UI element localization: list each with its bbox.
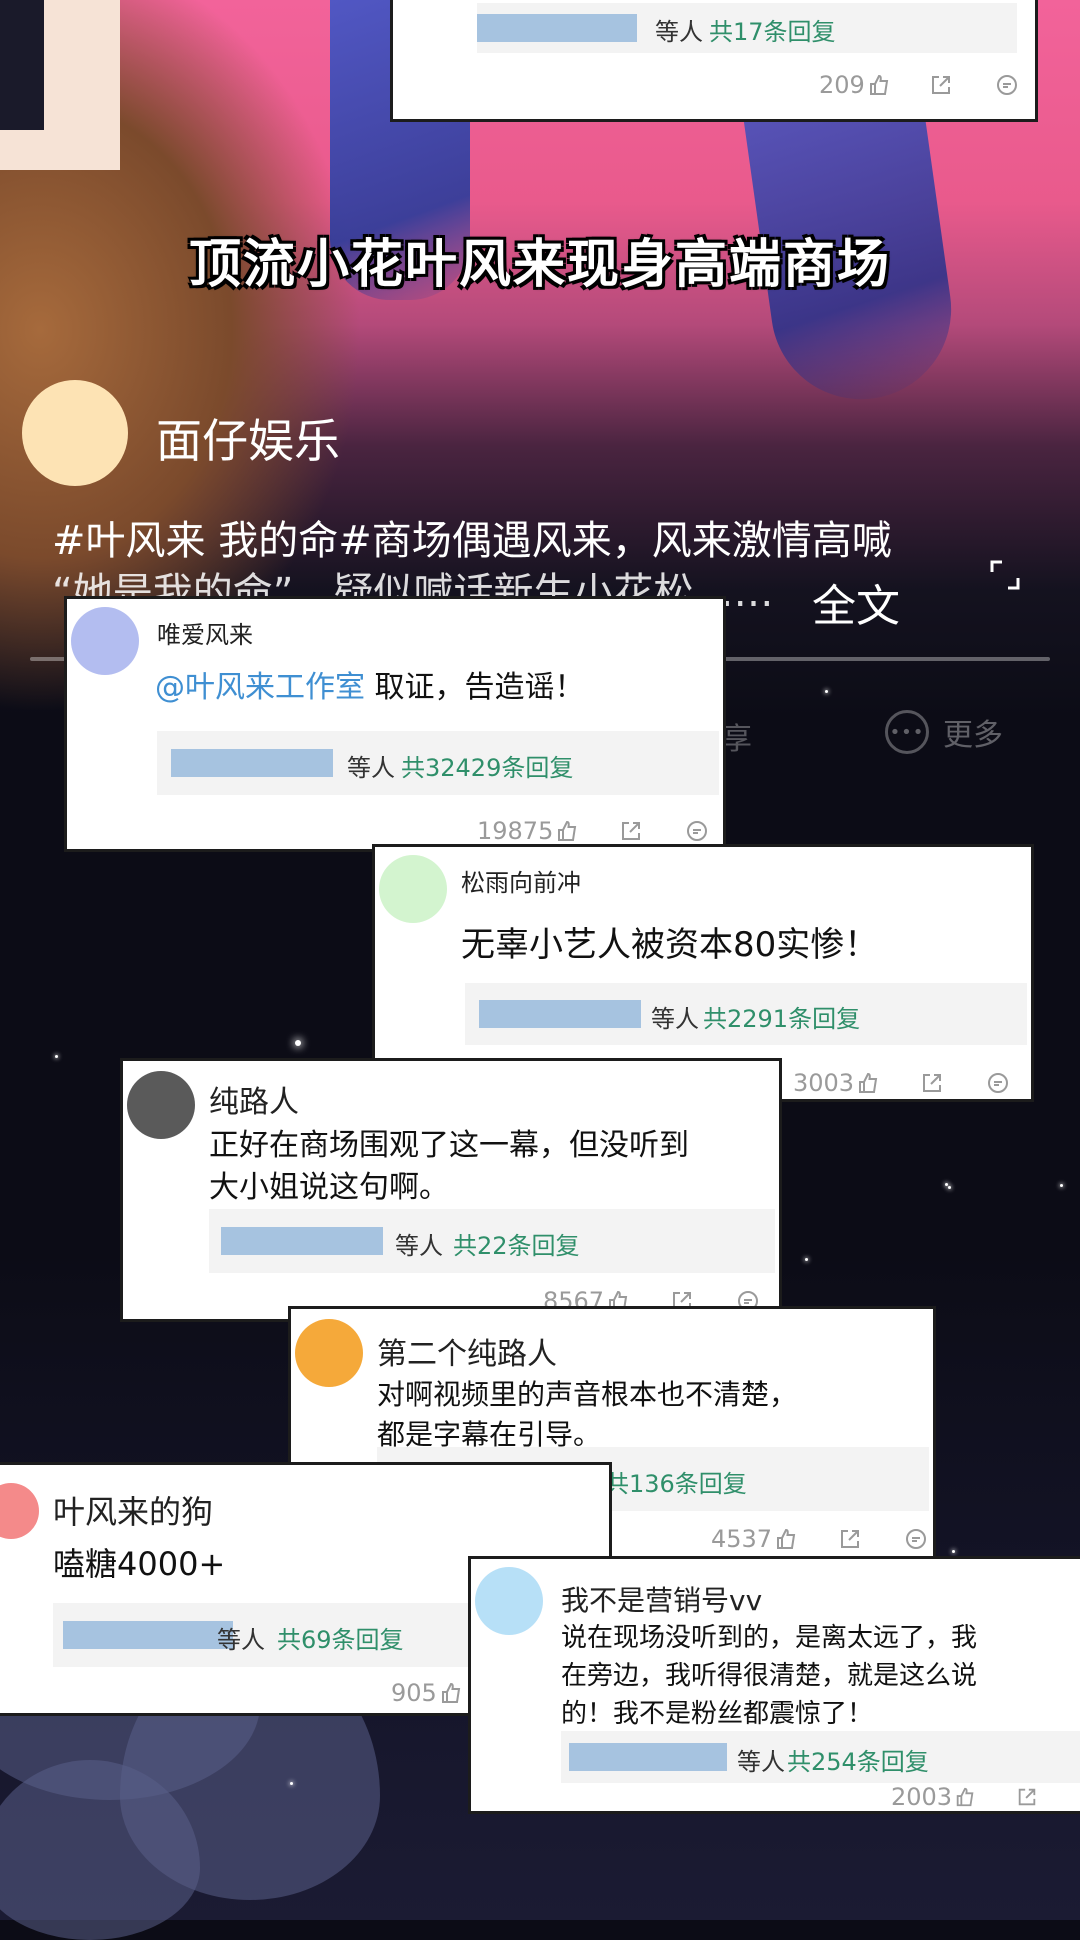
reply-count: 共22条回复 — [453, 1232, 580, 1260]
reply-who: 等人 — [655, 18, 703, 46]
share-icon[interactable] — [1016, 1786, 1038, 1808]
comment-card: 我不是营销号vv 说在现场没听到的，是离太远了，我 在旁边，我听得很清楚，就是这… — [468, 1556, 1080, 1814]
reply-count: 共254条回复 — [787, 1748, 929, 1776]
sparkle — [825, 690, 828, 693]
comment-actions: 19875 — [477, 817, 709, 845]
blurred-usernames — [569, 1743, 727, 1771]
background-hair-patch — [0, 0, 44, 130]
comment-card: 等人 共17条回复 209 — [390, 0, 1038, 122]
reply-summary[interactable]: 等人 共2291条回复 — [465, 983, 1027, 1045]
author-avatar[interactable] — [22, 380, 128, 486]
comment-icon[interactable] — [685, 819, 709, 843]
reply-who: 等人 — [737, 1748, 785, 1776]
comment-username[interactable]: 第二个纯路人 — [377, 1329, 557, 1373]
comment-actions: 905 — [391, 1679, 463, 1707]
full-text-link[interactable]: 全文 — [812, 570, 900, 634]
author-name[interactable]: 面仔娱乐 — [156, 405, 340, 471]
comment-icon[interactable] — [995, 73, 1019, 97]
thumbs-up-icon — [441, 1682, 460, 1703]
thumbs-up-icon — [869, 74, 888, 95]
reply-summary[interactable]: 等人 共22条回复 — [209, 1209, 775, 1273]
blurred-usernames — [477, 14, 637, 42]
blurred-usernames — [63, 1621, 233, 1649]
sparkle — [948, 1186, 951, 1189]
share-label[interactable]: 享 — [722, 714, 752, 758]
like-button[interactable]: 3003 — [793, 1069, 880, 1097]
sparkle — [55, 1055, 58, 1058]
video-headline: 顶流小花叶风来现身高端商场 — [188, 235, 891, 295]
comment-actions: 2003 — [891, 1783, 1038, 1811]
comment-username[interactable]: 我不是营销号vv — [561, 1579, 762, 1619]
like-button[interactable]: 209 — [819, 71, 891, 99]
share-icon[interactable] — [619, 819, 643, 843]
reply-who: 等人 — [395, 1232, 443, 1260]
reply-count: 共136条回复 — [605, 1470, 747, 1498]
comment-username[interactable]: 叶风来的狗 — [53, 1487, 213, 1533]
comment-card: 纯路人 正好在商场围观了这一幕，但没听到 大小姐说这句啊。 等人 共22条回复 … — [120, 1058, 782, 1322]
reply-who: 等人 — [651, 1005, 699, 1033]
expand-icon[interactable] — [988, 558, 1022, 592]
more-label: 更多 — [943, 718, 1003, 753]
more-dots-icon: ••• — [885, 710, 929, 754]
comment-text: 说在现场没听到的，是离太远了，我 在旁边，我听得很清楚，就是这么说 的！我不是粉… — [561, 1623, 978, 1729]
blurred-usernames — [221, 1227, 383, 1255]
reply-summary[interactable]: 等人 共32429条回复 — [157, 731, 719, 795]
thumbs-up-icon — [859, 1072, 878, 1093]
like-button[interactable]: 2003 — [891, 1783, 976, 1811]
comment-text: 嗑糖4000+ — [53, 1545, 226, 1583]
reply-who: 等人 — [217, 1626, 265, 1654]
like-button[interactable]: 4537 — [711, 1525, 798, 1553]
sparkle — [290, 1782, 293, 1785]
reply-count: 共2291条回复 — [703, 1005, 861, 1033]
thumbs-up-icon — [558, 820, 577, 841]
comment-actions: 3003 — [793, 1069, 1010, 1097]
comment-text: 对啊视频里的声音根本也不清楚， 都是字幕在引导。 — [377, 1378, 798, 1451]
comment-text: 无辜小艺人被资本80实惨！ — [461, 925, 879, 965]
mention-link[interactable]: @叶风来工作室 — [155, 670, 365, 705]
sparkle — [1060, 1184, 1063, 1187]
sparkle — [952, 1550, 955, 1553]
user-avatar[interactable] — [71, 607, 139, 675]
user-avatar[interactable] — [379, 855, 447, 923]
reply-who: 等人 — [347, 754, 395, 782]
reply-count: 共32429条回复 — [401, 754, 574, 782]
share-icon[interactable] — [929, 73, 953, 97]
reply-count: 共69条回复 — [277, 1626, 404, 1654]
thumbs-up-icon — [956, 1787, 974, 1807]
comment-text: @叶风来工作室 取证，告造谣！ — [155, 670, 585, 705]
user-avatar[interactable] — [475, 1567, 543, 1635]
sparkle — [945, 1183, 948, 1186]
reply-summary[interactable]: 等人 共17条回复 — [477, 3, 1017, 53]
post-caption-line1: #叶风来 我的命#商场偶遇风来，风来激情高喊 — [52, 518, 892, 564]
thumbs-up-icon — [777, 1528, 796, 1549]
sparkle — [295, 1040, 301, 1046]
comment-icon[interactable] — [904, 1527, 928, 1551]
comment-icon[interactable] — [986, 1071, 1010, 1095]
comment-text: 正好在商场围观了这一幕，但没听到 大小姐说这句啊。 — [209, 1128, 689, 1205]
user-avatar[interactable] — [0, 1483, 39, 1539]
blurred-usernames — [171, 749, 333, 777]
comment-actions: 209 — [819, 71, 1019, 99]
comment-username[interactable]: 唯爱风来 — [157, 615, 253, 650]
comment-username[interactable]: 松雨向前冲 — [461, 863, 581, 898]
reply-count: 共17条回复 — [709, 18, 836, 46]
more-button[interactable]: ••• 更多 — [885, 710, 1003, 754]
share-icon[interactable] — [920, 1071, 944, 1095]
comment-card: 唯爱风来 @叶风来工作室 取证，告造谣！ 等人 共32429条回复 19875 — [64, 596, 726, 852]
sparkle — [805, 1258, 808, 1261]
blurred-usernames — [479, 1000, 641, 1028]
user-avatar[interactable] — [127, 1071, 195, 1139]
share-icon[interactable] — [838, 1527, 862, 1551]
reply-summary[interactable]: 等人 共254条回复 — [561, 1731, 1080, 1783]
like-button[interactable]: 905 — [391, 1679, 463, 1707]
like-button[interactable]: 19875 — [477, 817, 579, 845]
user-avatar[interactable] — [295, 1319, 363, 1387]
comment-actions: 4537 — [711, 1525, 928, 1553]
comment-username[interactable]: 纯路人 — [209, 1077, 299, 1121]
